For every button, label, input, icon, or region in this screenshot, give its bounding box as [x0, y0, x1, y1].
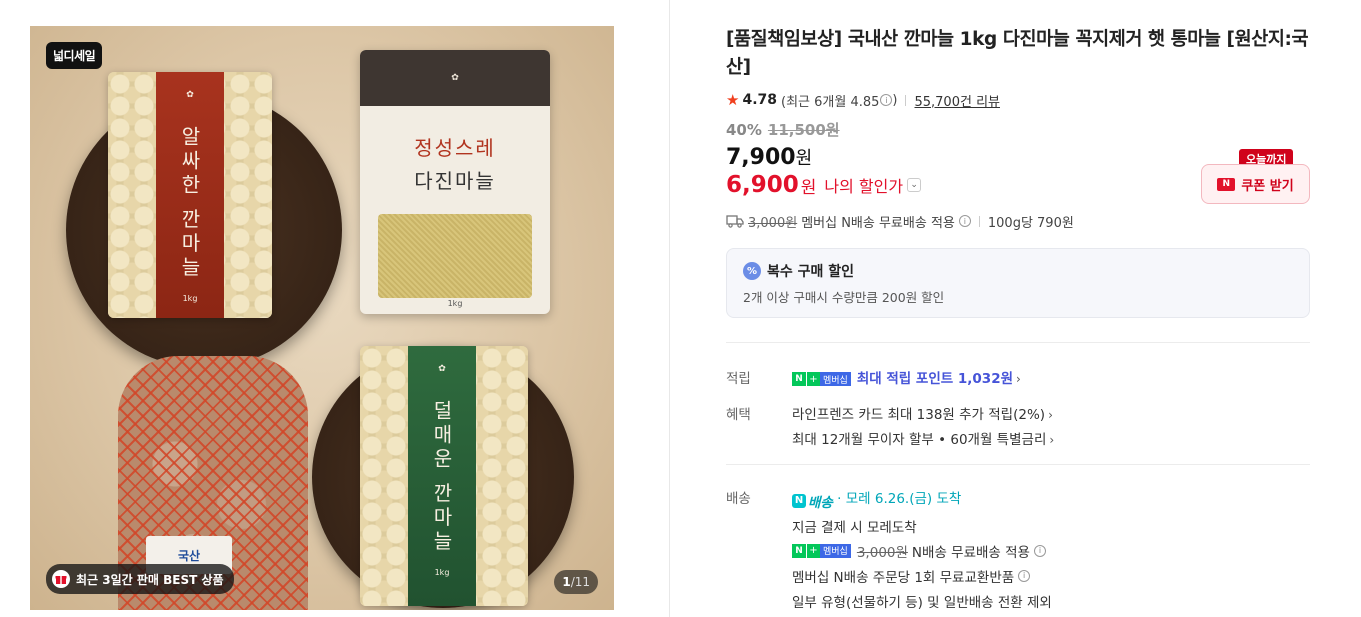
get-coupon-button[interactable]: N 쿠폰 받기 [1201, 164, 1310, 204]
pay-now-note: 지금 결제 시 모레도착 [792, 519, 917, 536]
truck-icon [726, 215, 744, 228]
my-price-unit: 원 [800, 177, 817, 198]
minced-garlic-bag: ✿ 정성스레 다진마늘 1kg [360, 50, 550, 314]
delivery-row: 배송 N 배송 · 모레 6.26.(금) 도착 지금 결제 시 모레도착 N + 멤… [726, 487, 1310, 611]
multi-buy-discount-box: % 복수 구매 할인 2개 이상 구매시 수량만큼 200원 할인 [726, 248, 1310, 318]
peeled-garlic-bag-red: ✿ 알싸한 깐마늘 1kg [108, 72, 272, 318]
delivery-fee-note: N배송 무료배송 적용 [911, 544, 1030, 561]
best-seller-badge: 최근 3일간 판매 BEST 상품 [46, 564, 234, 594]
gift-icon [52, 570, 70, 588]
sale-price-value: 7,900 [726, 145, 796, 170]
discount-percent: 40% [726, 120, 762, 139]
unit-price: 100g당 790원 [987, 215, 1074, 231]
bag-logo: ✿ [186, 90, 194, 100]
exclusion-note: 일부 유형(선물하기 등) 및 일반배송 전환 제외 [792, 594, 1052, 611]
divider [726, 464, 1310, 465]
column-divider [669, 0, 670, 617]
bag-logo: ✿ [438, 364, 446, 374]
bag-red-text: 알싸한 깐마늘 [177, 126, 202, 281]
coupon-label: 쿠폰 받기 [1241, 178, 1294, 194]
percent-icon: % [743, 262, 761, 280]
n-delivery-icon: N [792, 493, 806, 508]
card-benefit-link[interactable]: 라인프렌즈 카드 최대 138원 추가 적립(2%) › [792, 403, 1054, 423]
peeled-garlic-bag-green: ✿ 덜매운 깐마늘 1kg [360, 346, 528, 606]
info-icon[interactable]: i [1018, 569, 1031, 582]
my-price-label: 나의 할인가 [824, 177, 904, 196]
installment-text: 최대 12개월 무이자 할부 • 60개월 특별금리 [792, 432, 1047, 448]
bag-white-weight: 1kg [447, 299, 463, 308]
info-icon[interactable]: i [880, 94, 893, 106]
n-delivery-logo: N 배송 [792, 491, 833, 511]
naver-membership-badge: N + 멤버십 [792, 543, 851, 558]
points-text: 최대 적립 포인트 1,032원 [856, 371, 1014, 387]
sale-price-unit: 원 [795, 148, 813, 169]
brand-sale-badge: 넓디세일 [46, 42, 103, 69]
delivery-fee-strike: 3,000원 [856, 544, 908, 561]
rating-value: 4.78 [742, 92, 777, 108]
multi-buy-title: 복수 구매 할인 [767, 264, 855, 280]
points-row: 적립 N + 멤버십 최대 적립 포인트 1,032원 › [726, 367, 1310, 387]
image-pager: 1/11 [554, 570, 598, 594]
chevron-down-icon[interactable]: ⌄ [907, 178, 922, 192]
bag-red-weight: 1kg [182, 294, 198, 304]
points-link[interactable]: N + 멤버십 최대 적립 포인트 1,032원 › [792, 367, 1021, 387]
bag-green-text: 덜매운 깐마늘 [429, 400, 454, 555]
my-price-value: 6,900 [726, 172, 799, 198]
info-icon[interactable]: i [1033, 544, 1046, 557]
exchange-note: 멤버십 N배송 주문당 1회 무료교환반품 [792, 569, 1015, 586]
discount-row: 40% 11,500원 [726, 119, 1310, 140]
pager-total: /11 [570, 575, 590, 589]
exchange-row: 멤버십 N배송 주문당 1회 무료교환반품 i [792, 566, 1052, 586]
rating-recent: (최근 6개월 4.85 [781, 94, 880, 110]
shipping-summary: 3,000원 멤버십 N배송 무료배송 적용 i 100g당 790원 [726, 212, 1310, 231]
separator [905, 94, 907, 106]
bag-logo: ✿ [360, 50, 550, 106]
naver-coupon-icon: N [1217, 177, 1236, 191]
multi-buy-desc: 2개 이상 구매시 수량만큼 200원 할인 [743, 290, 945, 305]
shipping-note: 멤버십 N배송 무료배송 적용 [801, 215, 955, 231]
benefit-label: 혜택 [726, 407, 751, 423]
best-seller-text: 최근 3일간 판매 BEST 상품 [76, 572, 224, 587]
delivery-arrival: N 배송 · 모레 6.26.(금) 도착 [792, 487, 1052, 511]
bag-green-weight: 1kg [434, 568, 450, 578]
product-info-panel: [품질책임보상] 국내산 깐마늘 1kg 다진마늘 꼭지제거 햇 통마늘 [원산… [726, 26, 1310, 611]
pager-current: 1 [562, 575, 571, 589]
separator [978, 215, 980, 227]
arrival-date: · 모레 6.26.(금) 도착 [837, 491, 962, 507]
shipping-fee: 3,000원 [748, 215, 798, 231]
star-icon: ★ [726, 91, 740, 109]
naver-membership-badge: N + 멤버십 [792, 372, 851, 386]
divider [726, 342, 1310, 343]
product-title: [품질책임보상] 국내산 깐마늘 1kg 다진마늘 꼭지제거 햇 통마늘 [원산… [726, 29, 1309, 78]
delivery-label: 배송 [726, 491, 751, 507]
chevron-right-icon: › [1049, 433, 1055, 447]
rating-recent-close: ) [892, 92, 898, 108]
rating-row: ★ 4.78 (최근 6개월 4.85 i ) 55,700건 리뷰 [726, 90, 1310, 110]
chevron-right-icon: › [1048, 408, 1053, 422]
membership-fee-row: N + 멤버십 3,000원 N배송 무료배송 적용 i [792, 541, 1052, 561]
info-icon[interactable]: i [958, 215, 971, 227]
review-count-link[interactable]: 55,700건 리뷰 [914, 91, 1000, 110]
installment-link[interactable]: 최대 12개월 무이자 할부 • 60개월 특별금리 › [792, 428, 1054, 448]
product-image-gallery[interactable]: ✿ 알싸한 깐마늘 1kg ✿ 정성스레 다진마늘 1kg 국산 ✿ 덜매운 깐… [30, 26, 614, 610]
original-price: 11,500원 [767, 121, 840, 139]
benefits-row: 혜택 라인프렌즈 카드 최대 138원 추가 적립(2%) › 최대 12개월 무… [726, 403, 1310, 448]
bag-white-line1: 정성스레 [414, 136, 496, 160]
chevron-right-icon: › [1016, 372, 1021, 386]
points-label: 적립 [726, 371, 751, 387]
card-benefit-text: 라인프렌즈 카드 최대 138원 추가 적립(2%) [792, 407, 1046, 423]
bag-white-line2: 다진마늘 [414, 169, 496, 193]
